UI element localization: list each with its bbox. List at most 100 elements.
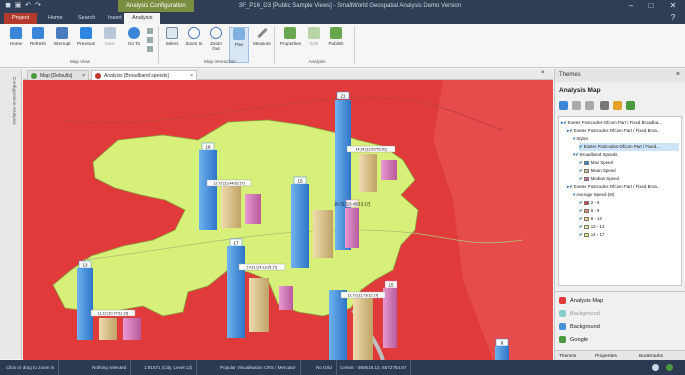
filter-icon[interactable] [600,101,609,110]
zoom-in-button[interactable]: Zoom In [184,27,204,63]
zoom-out-button[interactable]: Zoom Out [206,27,226,63]
layers-icon[interactable] [147,37,153,43]
bar-max-speed [199,150,217,230]
panel-subheader: Analysis Map [559,87,601,94]
home-button[interactable]: Home [6,27,26,63]
interrupt-button[interactable]: Interrupt [52,27,72,63]
tab-analysis[interactable]: Analysis [124,13,161,24]
grid-icon[interactable] [147,28,153,34]
group-map-view: Map View [69,59,91,64]
close-doc-icon[interactable]: × [541,70,545,76]
help-icon[interactable]: ? [664,12,682,24]
close-panel-icon[interactable]: × [676,71,680,78]
measure-button[interactable]: Measure [252,27,272,63]
map-icon [559,297,566,305]
refresh-button[interactable]: Refresh [28,27,48,63]
swatch-range [583,208,589,213]
nav-background[interactable]: Background [559,322,600,333]
tree-node[interactable]: ✔ 6 - 9 [579,207,599,215]
bar-median-speed [381,160,397,180]
edit-theme-icon[interactable] [572,101,581,110]
map-svg: 21 14.24 [13.57/76.20] 18 12.72 [13.44/1… [23,80,553,360]
tree-node[interactable]: ▸✔Exeter Postcodes-Ofcom Part / Fixed Br… [567,127,661,135]
globe-icon[interactable] [652,364,659,371]
select-button[interactable]: Select [162,27,182,63]
theme-navigator: Analysis Map Background Background Googl… [555,291,685,361]
nav-google[interactable]: Google [559,335,588,346]
pan-button[interactable]: Pan [229,27,249,63]
close-button[interactable]: ✕ [664,0,682,12]
bar-mean-speed [99,318,117,340]
background-icon [559,310,566,318]
next-button[interactable]: Next [100,27,120,63]
tab-analysis-broadband[interactable]: Analysis [Broadband speeds] × [91,70,197,80]
previous-button[interactable]: Previous [76,27,96,63]
tree-node[interactable]: ✔ 12 - 14 [579,223,604,231]
tree-node[interactable]: ✔ 14 - 17 [579,231,604,239]
tree-node[interactable]: ▸✔Exeter Postcodes-Ofcom Part / Fixed Br… [567,183,661,191]
tree-node[interactable]: ✔ 2 - 6 [579,199,599,207]
go-to-button[interactable]: Go To [124,27,144,63]
status-scale[interactable]: 1:91571 (City, Level 12) [140,360,198,375]
separator [274,26,275,64]
nav-background-disabled[interactable]: Background [559,309,600,320]
status-indicator-icon [666,364,673,371]
status-crs[interactable]: Popular Visualisation CRS / Mercator [216,360,301,375]
properties-icon [284,27,296,39]
maximize-button[interactable]: □ [642,0,660,12]
tab-home[interactable]: Home [40,13,71,24]
tree-node[interactable]: ▾✔Broadband Speeds [573,151,618,159]
document-tabs: Map [Defaults] × Analysis [Broadband spe… [23,69,553,80]
save-icon[interactable]: ▣ [14,2,22,10]
tree-node[interactable]: ▸✔Exeter Postcodes-Ofcom Part / Fixed Br… [561,119,662,127]
bar-max-speed [227,246,245,338]
properties-button[interactable]: Properties [280,27,301,63]
pan-icon [233,28,245,40]
chart-icon[interactable] [626,101,635,110]
tab-project[interactable]: Project [4,13,38,24]
publish-button[interactable]: Publish [326,27,346,63]
cursor-icon [166,27,178,39]
chart-group[interactable]: 8 [495,338,509,360]
tree-node[interactable]: ✔ Mean Speed [579,167,616,175]
status-grid[interactable]: No Grid [312,360,337,375]
arrow-left-icon [80,27,92,39]
tab-search[interactable]: Search [70,13,103,24]
add-theme-icon[interactable] [559,101,568,110]
nav-analysis-map[interactable]: Analysis Map [559,296,603,307]
bar-median-speed [279,286,293,310]
refresh-icon [32,27,44,39]
interrupt-icon [56,27,68,39]
home-icon [10,27,22,39]
tree-node[interactable]: ✔ 9 - 12 [579,215,602,223]
undo-icon[interactable]: ↶ [24,2,32,10]
ribbon-tabs: Project Home Search Insert Analysis ? [0,12,685,24]
status-selection: Nothing selected [88,360,132,375]
app-icon[interactable]: ◼ [4,2,12,10]
style-icon[interactable] [613,101,622,110]
redo-icon[interactable]: ↷ [34,2,42,10]
tree-node[interactable]: ✔ Max Speed [579,159,613,167]
chart-value-label: 18 [205,145,211,150]
configuration-analysis-tab[interactable]: Configuration Analysis [6,77,16,177]
separator [158,26,159,64]
publish-icon [330,27,342,39]
edit-button[interactable]: Edit [304,27,324,63]
chart-sublabel: 11.73 [11.73/12.17] [348,294,378,298]
bar-mean-speed [249,278,269,332]
tree-node[interactable]: ▾Styles [573,135,588,143]
tree-node[interactable]: ▾Average Speed (M) [573,191,614,199]
minimize-button[interactable]: – [622,0,640,12]
tab-map-defaults[interactable]: Map [Defaults] × [27,70,89,80]
tree-node-selected[interactable]: ✔Exeter Postcodes-Ofcom Part / Fixed... [579,143,679,151]
extent-icon[interactable] [147,46,153,52]
tree-node[interactable]: ✔ Median Speed [579,175,619,183]
bar-mean-speed [221,186,241,228]
status-bar: Click or drag to zoom in Nothing selecte… [0,360,685,375]
map-canvas[interactable]: 21 14.24 [13.57/76.20] 18 12.72 [13.44/1… [23,80,553,360]
swatch-mean [583,168,589,173]
theme-tree[interactable]: ▸✔Exeter Postcodes-Ofcom Part / Fixed Br… [558,116,682,286]
swatch-range [583,200,589,205]
bar-median-speed [345,208,359,248]
delete-theme-icon[interactable] [585,101,594,110]
